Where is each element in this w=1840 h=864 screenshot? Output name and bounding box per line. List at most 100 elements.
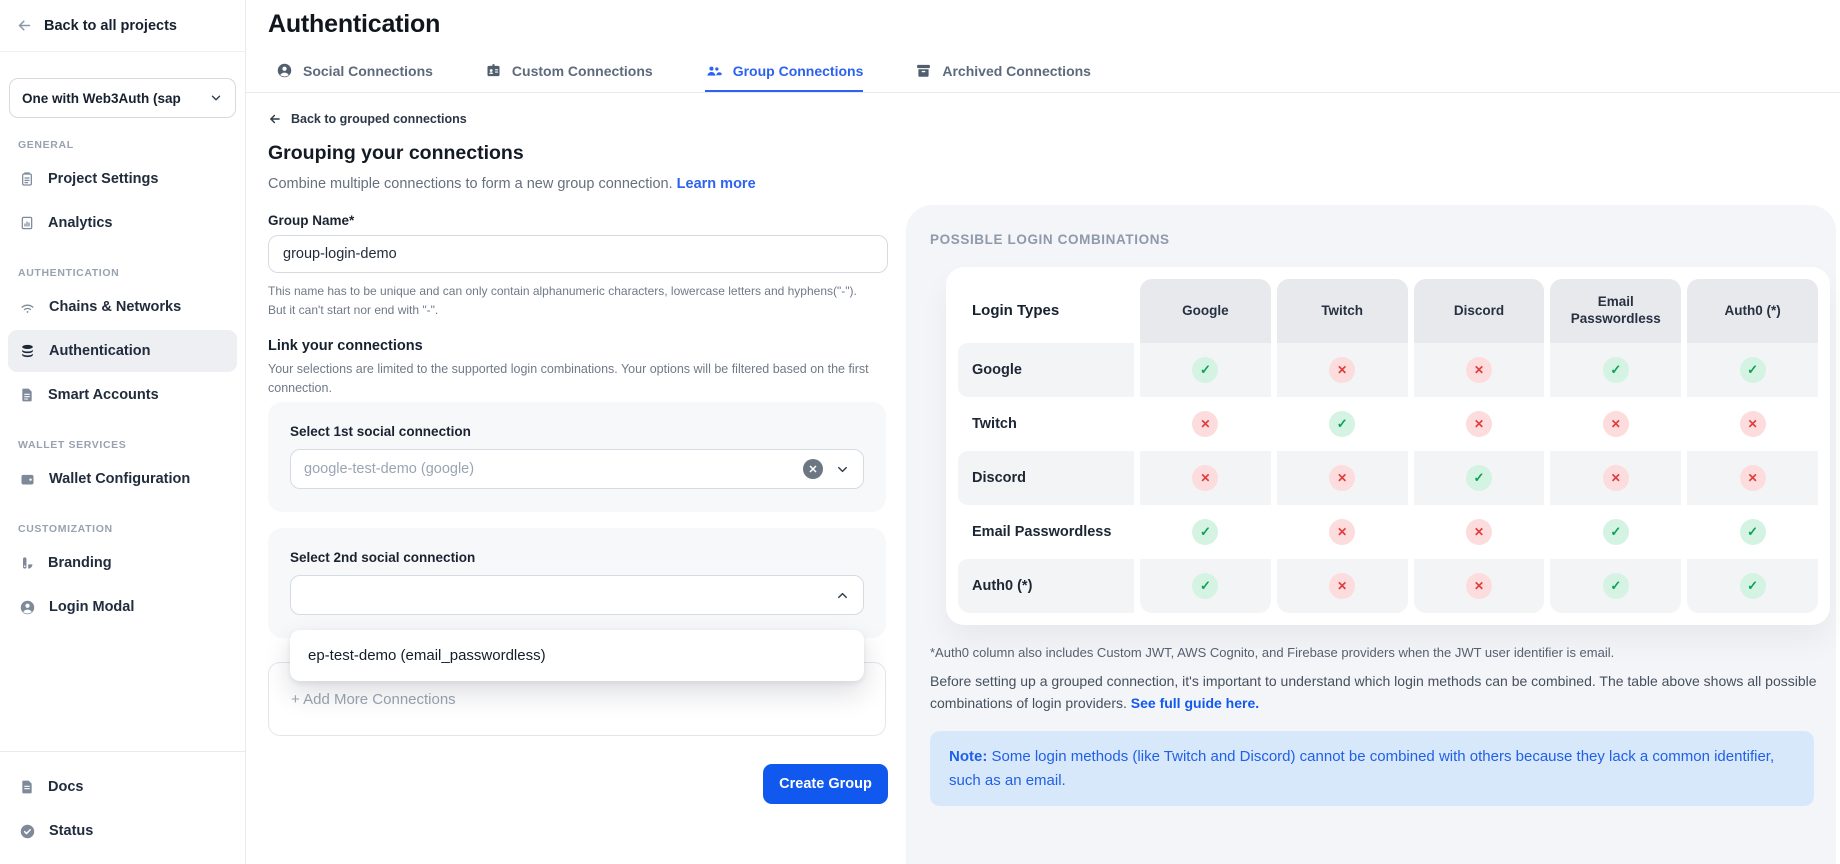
- wifi-icon: [19, 299, 36, 316]
- users-group-icon: [705, 62, 723, 80]
- supported-cell: ✓: [1550, 343, 1681, 397]
- sidebar-item-label: Login Modal: [49, 599, 134, 615]
- unsupported-cell: ✕: [1277, 505, 1408, 559]
- clipboard-icon: [19, 171, 35, 187]
- supported-cell: ✓: [1140, 505, 1271, 559]
- unsupported-cell: ✕: [1687, 397, 1818, 451]
- supported-cell: ✓: [1687, 343, 1818, 397]
- helper-line-1: This name has to be unique and can only …: [268, 282, 857, 301]
- combinations-table: Login Types Google Twitch Discord Email …: [958, 279, 1818, 613]
- sidebar-item-login-modal[interactable]: Login Modal: [8, 586, 237, 628]
- cross-icon: ✕: [1329, 519, 1355, 545]
- combinations-table-card: Login Types Google Twitch Discord Email …: [946, 267, 1830, 625]
- sidebar-item-smart-accounts[interactable]: Smart Accounts: [8, 374, 237, 416]
- dropdown-option-ep-test-demo[interactable]: ep-test-demo (email_passwordless): [290, 635, 864, 676]
- sidebar-item-label: Analytics: [48, 215, 112, 231]
- unsupported-cell: ✕: [1277, 559, 1408, 613]
- cross-icon: ✕: [1466, 357, 1492, 383]
- unsupported-cell: ✕: [1550, 397, 1681, 451]
- link-connections-description: Your selections are limited to the suppo…: [268, 360, 890, 398]
- clear-selection-button[interactable]: ✕: [803, 459, 823, 479]
- cross-icon: ✕: [1329, 357, 1355, 383]
- unsupported-cell: ✕: [1687, 451, 1818, 505]
- tab-label: Social Connections: [303, 63, 433, 79]
- cross-icon: ✕: [1603, 411, 1629, 437]
- tab-archived-connections[interactable]: Archived Connections: [915, 55, 1091, 92]
- sidebar-item-analytics[interactable]: Analytics: [8, 202, 237, 244]
- app-window: Back to all projects One with Web3Auth (…: [0, 0, 1840, 864]
- back-to-grouped-connections-link[interactable]: Back to grouped connections: [268, 112, 467, 126]
- tab-label: Custom Connections: [512, 63, 653, 79]
- cross-icon: ✕: [1603, 465, 1629, 491]
- column-header-email-passwordless: Email Passwordless: [1550, 279, 1681, 343]
- check-icon: ✓: [1740, 357, 1766, 383]
- sidebar: Back to all projects One with Web3Auth (…: [0, 0, 246, 864]
- combo-row-label: Discord: [958, 451, 1134, 505]
- database-icon: [19, 343, 36, 360]
- cross-icon: ✕: [1740, 411, 1766, 437]
- create-group-button[interactable]: Create Group: [763, 764, 888, 804]
- unsupported-cell: ✕: [1550, 451, 1681, 505]
- select-first-connection[interactable]: google-test-demo (google) ✕: [290, 449, 864, 489]
- tab-social-connections[interactable]: Social Connections: [276, 55, 433, 92]
- sidebar-item-label: Authentication: [49, 343, 151, 359]
- group-connection-form: Back to grouped connections Grouping you…: [268, 112, 890, 852]
- see-full-guide-link[interactable]: See full guide here.: [1131, 695, 1259, 711]
- select-second-connection[interactable]: [290, 575, 864, 615]
- check-icon: ✓: [1740, 519, 1766, 545]
- sidebar-item-label: Docs: [48, 779, 83, 795]
- back-to-projects-link[interactable]: Back to all projects: [0, 0, 245, 52]
- select-second-label: Select 2nd social connection: [268, 528, 886, 565]
- check-circle-icon: [19, 823, 36, 840]
- select-first-connection-card: Select 1st social connection google-test…: [268, 402, 886, 512]
- cross-icon: ✕: [1329, 465, 1355, 491]
- select-second-connection-card: Select 2nd social connection: [268, 528, 886, 638]
- document-icon: [19, 387, 35, 403]
- sidebar-item-label: Status: [49, 823, 93, 839]
- cross-icon: ✕: [1192, 465, 1218, 491]
- project-selector[interactable]: One with Web3Auth (sap: [9, 78, 236, 118]
- group-name-label: Group Name*: [268, 213, 354, 228]
- combo-row-label: Google: [958, 343, 1134, 397]
- sidebar-item-chains-networks[interactable]: Chains & Networks: [8, 286, 237, 328]
- sidebar-item-docs[interactable]: Docs: [8, 766, 237, 808]
- panel-heading: POSSIBLE LOGIN COMBINATIONS: [930, 232, 1836, 247]
- cross-icon: ✕: [1740, 465, 1766, 491]
- cross-icon: ✕: [1466, 411, 1492, 437]
- arrow-left-icon: [268, 112, 282, 126]
- login-combinations-panel: POSSIBLE LOGIN COMBINATIONS Login Types …: [906, 205, 1836, 864]
- section-label-authentication: AUTHENTICATION: [0, 246, 245, 284]
- form-heading: Grouping your connections: [268, 142, 524, 165]
- tab-label: Group Connections: [733, 63, 864, 79]
- check-icon: ✓: [1466, 465, 1492, 491]
- sidebar-item-label: Smart Accounts: [48, 387, 159, 403]
- note-box: Note: Some login methods (like Twitch an…: [930, 731, 1814, 806]
- cross-icon: ✕: [1466, 519, 1492, 545]
- unsupported-cell: ✕: [1277, 451, 1408, 505]
- check-icon: ✓: [1740, 573, 1766, 599]
- guide-text: Before setting up a grouped connection, …: [930, 673, 1817, 711]
- tab-group-connections[interactable]: Group Connections: [705, 55, 864, 92]
- chevron-down-icon: [835, 462, 850, 477]
- unsupported-cell: ✕: [1414, 505, 1545, 559]
- section-label-wallet-services: WALLET SERVICES: [0, 418, 245, 456]
- sidebar-item-project-settings[interactable]: Project Settings: [8, 158, 237, 200]
- sidebar-item-status[interactable]: Status: [8, 810, 237, 852]
- unsupported-cell: ✕: [1414, 397, 1545, 451]
- sidebar-item-authentication[interactable]: Authentication: [8, 330, 237, 372]
- sidebar-item-label: Branding: [48, 555, 112, 571]
- combo-row-label: Email Passwordless: [958, 505, 1134, 559]
- note-text: Some login methods (like Twitch and Disc…: [949, 748, 1774, 788]
- brush-icon: [19, 555, 35, 571]
- tab-custom-connections[interactable]: Custom Connections: [485, 55, 653, 92]
- chevron-down-icon: [209, 91, 223, 105]
- sidebar-item-wallet-configuration[interactable]: Wallet Configuration: [8, 458, 237, 500]
- group-name-input[interactable]: [268, 235, 888, 273]
- learn-more-link[interactable]: Learn more: [677, 176, 756, 192]
- sidebar-item-branding[interactable]: Branding: [8, 542, 237, 584]
- section-label-customization: CUSTOMIZATION: [0, 502, 245, 540]
- link-connections-label: Link your connections: [268, 338, 423, 354]
- archive-box-icon: [915, 62, 932, 79]
- combo-row-label: Twitch: [958, 397, 1134, 451]
- supported-cell: ✓: [1687, 505, 1818, 559]
